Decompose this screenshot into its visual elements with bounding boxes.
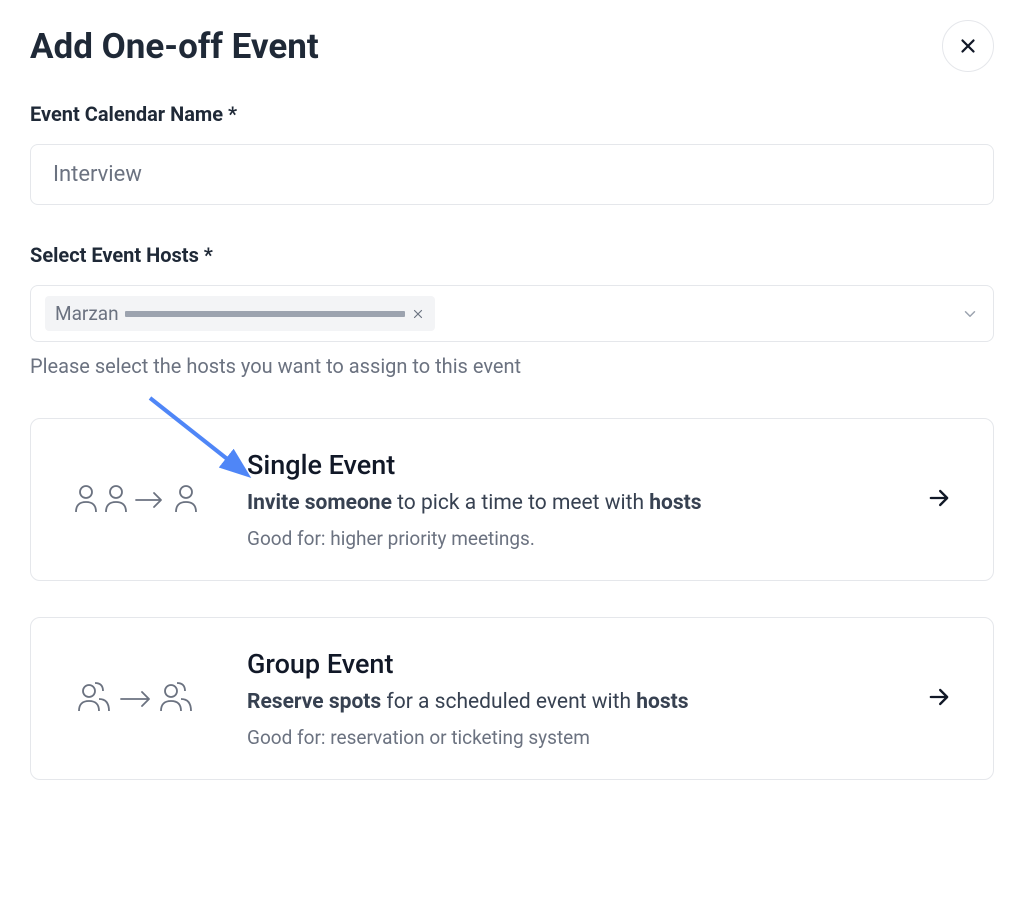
hosts-select[interactable]: Marzan bbox=[30, 285, 994, 342]
arrow-right-icon bbox=[925, 484, 953, 516]
close-button[interactable] bbox=[942, 20, 994, 72]
hosts-helper-text: Please select the hosts you want to assi… bbox=[30, 354, 994, 378]
modal-title: Add One-off Event bbox=[30, 26, 319, 67]
group-event-sub: Good for: reservation or ticketing syste… bbox=[247, 726, 889, 749]
single-event-desc: Invite someone to pick a time to meet wi… bbox=[247, 491, 889, 515]
group-event-icon bbox=[71, 677, 211, 721]
event-name-input[interactable] bbox=[30, 144, 994, 205]
group-event-title: Group Event bbox=[247, 648, 889, 680]
host-chip[interactable]: Marzan bbox=[45, 296, 435, 331]
host-chip-redacted bbox=[125, 311, 405, 317]
group-event-option[interactable]: Group Event Reserve spots for a schedule… bbox=[30, 617, 994, 780]
arrow-right-icon bbox=[925, 683, 953, 715]
single-event-icon bbox=[71, 480, 211, 520]
single-event-option[interactable]: Single Event Invite someone to pick a ti… bbox=[30, 418, 994, 581]
event-name-label: Event Calendar Name * bbox=[30, 102, 994, 126]
close-icon bbox=[957, 35, 979, 57]
host-chip-name: Marzan bbox=[55, 302, 119, 325]
single-event-sub: Good for: higher priority meetings. bbox=[247, 527, 889, 550]
remove-host-icon[interactable] bbox=[411, 307, 425, 321]
group-event-desc: Reserve spots for a scheduled event with… bbox=[247, 690, 889, 714]
single-event-title: Single Event bbox=[247, 449, 889, 481]
hosts-label: Select Event Hosts * bbox=[30, 243, 994, 267]
chevron-down-icon bbox=[961, 305, 979, 323]
